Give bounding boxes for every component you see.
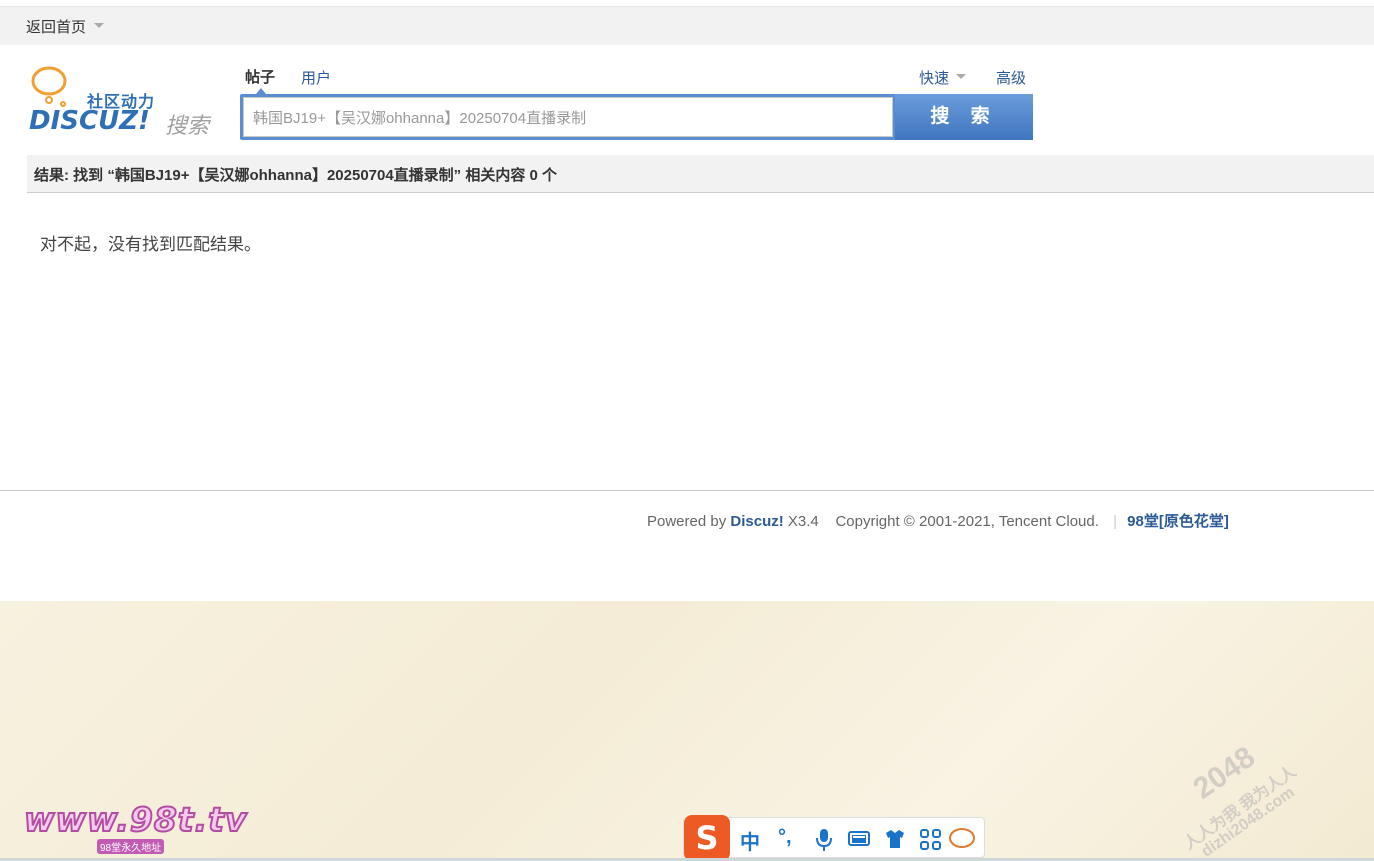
footer-separator: | <box>1113 513 1117 530</box>
footer-divider <box>0 490 1374 491</box>
discuz-search-logo[interactable]: 社区动力 DISCUZ! 搜索 <box>27 66 217 138</box>
mascot-icon[interactable] <box>949 828 975 848</box>
result-summary-bar: 结果: 找到 “韩国BJ19+【吴汉娜ohhanna】20250704直播录制”… <box>27 155 1374 193</box>
footer-version: X3.4 <box>783 513 819 530</box>
microphone-icon[interactable] <box>814 828 834 852</box>
logo-brand: DISCUZ! <box>29 106 150 136</box>
sogou-logo-icon[interactable]: S <box>684 815 730 861</box>
chevron-down-icon[interactable] <box>956 74 966 79</box>
footer-powered: Powered by <box>647 513 731 530</box>
top-nav-bar: 返回首页 <box>0 6 1374 45</box>
ime-lang-toggle[interactable]: 中 <box>740 826 760 855</box>
keyboard-icon[interactable] <box>848 831 870 846</box>
ime-punct-toggle[interactable]: °, <box>778 826 792 849</box>
ime-toolbar: S 中 °, <box>683 815 985 861</box>
back-home-link[interactable]: 返回首页 <box>26 16 86 37</box>
site-link[interactable]: 98堂[原色花堂] <box>1127 513 1229 530</box>
search-button[interactable]: 搜 索 <box>895 94 1033 140</box>
search-input[interactable] <box>243 97 893 137</box>
chat-bubble-icon <box>31 66 67 107</box>
watermark-98t: www.98t.tv <box>23 799 248 840</box>
tab-posts[interactable]: 帖子 <box>245 66 275 87</box>
footer-copyright: Copyright © 2001-2021, Tencent Cloud. <box>835 513 1099 530</box>
discuz-link[interactable]: Discuz! <box>730 513 783 530</box>
search-form: 搜 索 <box>240 94 1033 140</box>
chevron-down-icon[interactable] <box>94 23 104 28</box>
quick-search-link[interactable]: 快速 <box>919 67 949 88</box>
skin-icon[interactable] <box>884 828 906 850</box>
watermark-98t-subtitle: 98堂永久地址 <box>97 839 165 854</box>
tab-users[interactable]: 用户 <box>301 67 331 88</box>
footer: Powered by Discuz! X3.4 Copyright © 2001… <box>647 510 1229 531</box>
toolbox-icon[interactable] <box>920 829 942 851</box>
result-summary: 结果: 找到 “韩国BJ19+【吴汉娜ohhanna】20250704直播录制”… <box>34 167 558 184</box>
logo-search-word: 搜索 <box>165 113 210 138</box>
advanced-search-link[interactable]: 高级 <box>996 67 1026 88</box>
no-result-message: 对不起，没有找到匹配结果。 <box>40 235 261 254</box>
